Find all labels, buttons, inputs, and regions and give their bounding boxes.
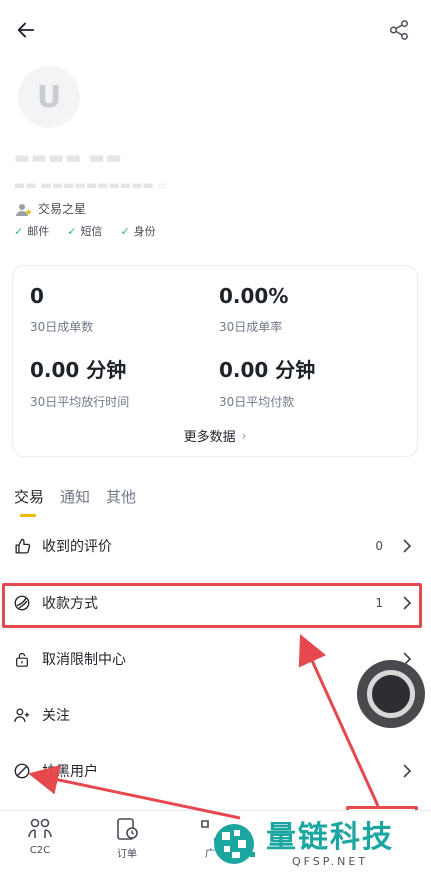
stat-label: 30日平均付款 — [219, 395, 295, 409]
chevron-right-icon — [401, 538, 413, 554]
back-button[interactable] — [10, 14, 42, 46]
tab-label: 通知 — [60, 488, 91, 506]
stat-release-time: 0.00 分钟 30日平均放行时间 — [30, 354, 129, 410]
menu-count: 0 — [375, 539, 383, 553]
verify-email: ✓ 邮件 — [14, 223, 49, 239]
nickname-blurred: ▬▬▬▬ ▬▬ — [14, 148, 123, 168]
verify-sms: ✓ 短信 — [67, 223, 102, 239]
more-data-label: 更多数据 — [183, 430, 236, 445]
chevron-right-icon: › — [241, 428, 247, 443]
watermark-title: 量链科技 — [266, 819, 394, 855]
stat-label: 30日成单数 — [30, 320, 94, 334]
share-icon — [390, 20, 408, 40]
avatar: U — [18, 66, 80, 128]
more-data-link[interactable]: 更多数据 › — [13, 426, 417, 446]
tab-active-indicator — [20, 514, 36, 517]
user-id-blurred: ▬▬ ▬▬▬▬▬▬▬▬▬▬ ▱ — [14, 178, 167, 192]
top-bar — [0, 0, 431, 62]
check-icon: ✓ — [67, 224, 77, 238]
verify-identity: ✓ 身份 — [120, 223, 155, 239]
tab-other[interactable]: 其他 — [106, 486, 136, 517]
check-icon: ✓ — [120, 224, 130, 238]
chevron-right-icon — [401, 763, 413, 779]
menu-label: 拉黑用户 — [42, 764, 98, 780]
watermark-logo-icon — [208, 818, 260, 870]
verify-label: 邮件 — [27, 225, 50, 238]
nav-label: 订单 — [117, 849, 137, 860]
trade-star-icon — [16, 202, 32, 216]
thumbs-up-icon — [13, 537, 31, 555]
stat-value: 0.00% — [219, 284, 289, 308]
stat-label: 30日成单率 — [219, 320, 283, 334]
block-icon — [13, 762, 31, 780]
watermark-text: 量链科技 QFSP.NET — [266, 819, 394, 868]
badge-label: 交易之星 — [38, 202, 87, 216]
check-icon: ✓ — [14, 224, 24, 238]
orders-icon — [117, 818, 138, 840]
profile-header: U ▬▬▬▬ ▬▬ ▬▬ ▬▬▬▬▬▬▬▬▬▬ ▱ 交易之星 ✓ 邮件 ✓ 短信 ✓… — [0, 60, 431, 250]
nav-label: C2C — [29, 845, 51, 856]
stats-card: 0 30日成单数 0.00% 30日成单率 0.00 分钟 30日平均放行时间 … — [12, 265, 418, 457]
stat-rate: 0.00% 30日成单率 — [219, 284, 288, 335]
annotation-highlight-payment — [2, 583, 422, 628]
badge-row: 交易之星 — [16, 200, 86, 217]
verification-row: ✓ 邮件 ✓ 短信 ✓ 身份 — [14, 223, 156, 239]
verify-label: 身份 — [133, 225, 156, 238]
add-user-icon — [13, 706, 31, 724]
menu-label: 关注 — [42, 708, 70, 724]
stat-value: 0.00 分钟 — [219, 358, 316, 382]
nav-item-orders[interactable]: 订单 — [97, 817, 157, 860]
stat-orders: 0 30日成单数 — [30, 284, 93, 335]
share-button[interactable] — [385, 16, 413, 44]
tab-label: 交易 — [14, 488, 45, 506]
stat-pay-time: 0.00 分钟 30日平均付款 — [219, 354, 315, 410]
menu-label: 取消限制中心 — [42, 652, 126, 668]
stat-value: 0.00 分钟 — [30, 358, 127, 382]
avatar-letter: U — [36, 79, 62, 115]
arrow-left-icon — [17, 22, 35, 38]
watermark-subtitle: QFSP.NET — [291, 854, 369, 868]
tab-label: 其他 — [106, 488, 137, 506]
verify-label: 短信 — [80, 225, 103, 238]
tab-bar: 交易 通知 其他 — [14, 486, 136, 517]
tab-trade[interactable]: 交易 — [14, 486, 44, 517]
stat-label: 30日平均放行时间 — [30, 395, 130, 409]
menu-label: 收到的评价 — [42, 539, 112, 555]
menu-item-reviews[interactable]: 收到的评价 0 — [0, 518, 431, 574]
c2c-icon — [28, 818, 52, 838]
floating-assistive-button[interactable] — [357, 660, 425, 728]
nav-item-c2c[interactable]: C2C — [10, 817, 70, 856]
tab-notifications[interactable]: 通知 — [60, 486, 90, 517]
stat-value: 0 — [30, 284, 44, 308]
lock-icon — [13, 650, 31, 668]
ring-icon — [367, 670, 415, 718]
menu-item-blocked-users[interactable]: 拉黑用户 — [0, 743, 431, 799]
watermark: 量链科技 QFSP.NET — [208, 812, 428, 876]
